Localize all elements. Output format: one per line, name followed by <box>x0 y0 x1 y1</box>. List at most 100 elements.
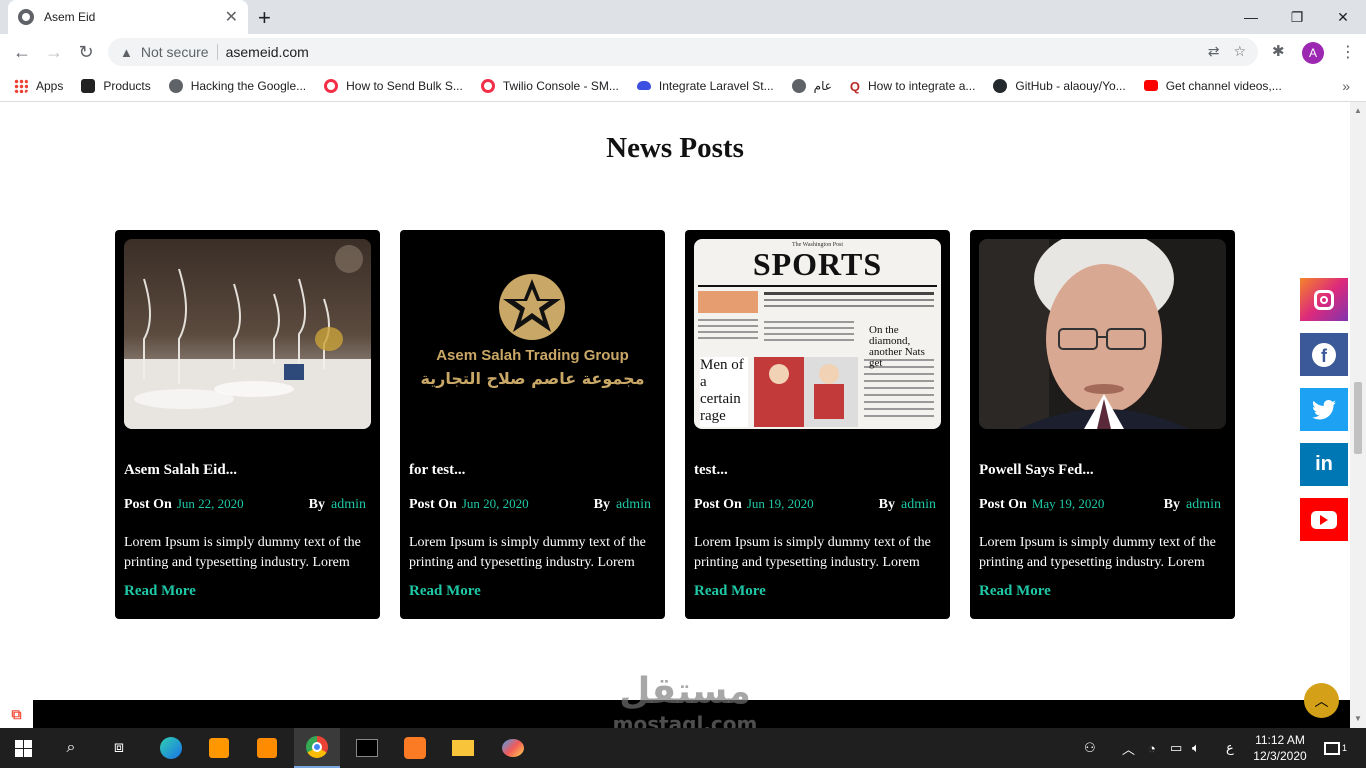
volume-icon[interactable]: 🔈︎ <box>1192 728 1200 768</box>
back-icon[interactable]: ← <box>10 42 34 63</box>
start-button[interactable] <box>0 728 46 768</box>
more-bookmarks-icon[interactable]: » <box>1342 78 1350 94</box>
edge-icon[interactable] <box>148 728 194 768</box>
facebook-button[interactable]: f <box>1300 333 1348 376</box>
bookmark-label: عام <box>813 78 832 93</box>
company-logo-icon <box>409 239 656 429</box>
youtube-button[interactable] <box>1300 498 1348 541</box>
scrollbar-thumb[interactable] <box>1354 382 1362 454</box>
windows-taskbar: ⌕ ⧈ ⚇ ︿ ◔ ▭ 🔈︎ ع 11:12 AM 12/3/2020 1 <box>0 728 1366 768</box>
bookmark-channel-videos[interactable]: Get channel videos,... <box>1143 78 1282 93</box>
post-image-glasses[interactable] <box>124 239 371 429</box>
forward-icon[interactable]: → <box>42 42 66 63</box>
bookmark-twilio-console[interactable]: Twilio Console - SM... <box>480 78 619 93</box>
chevron-up-icon[interactable]: ︿ <box>1122 728 1135 768</box>
post-image-portrait[interactable] <box>979 239 1226 429</box>
twitter-button[interactable] <box>1300 388 1348 431</box>
new-tab-icon[interactable]: + <box>258 5 271 31</box>
post-title[interactable]: Asem Salah Eid... <box>124 462 237 479</box>
bookmarks-bar: Apps Products Hacking the Google... How … <box>0 70 1366 102</box>
extensions-icon[interactable]: ✱ <box>1272 42 1285 60</box>
github-icon <box>993 78 1008 93</box>
xampp-icon[interactable] <box>392 728 438 768</box>
post-title[interactable]: test... <box>694 462 728 479</box>
people-icon[interactable]: ⚇ <box>1084 728 1096 768</box>
wifi-icon[interactable]: ◔ <box>1148 728 1156 768</box>
restore-icon[interactable]: ❐ <box>1274 0 1320 34</box>
read-more-link[interactable]: Read More <box>979 583 1051 600</box>
terminal-icon[interactable] <box>344 728 390 768</box>
section-title: News Posts <box>606 132 744 164</box>
sublime-icon[interactable] <box>196 728 242 768</box>
post-title[interactable]: for test... <box>409 462 465 479</box>
post-author[interactable]: admin <box>1186 497 1221 512</box>
linkedin-button[interactable]: in <box>1300 443 1348 486</box>
search-icon[interactable]: ⌕ <box>48 728 94 768</box>
by-label: By <box>308 497 325 512</box>
scroll-down-icon[interactable]: ▼ <box>1354 714 1362 723</box>
bookmark-label: How to integrate a... <box>868 78 976 93</box>
bookmark-general[interactable]: عام <box>791 78 832 93</box>
read-more-link[interactable]: Read More <box>694 583 766 600</box>
paint-icon[interactable] <box>490 728 536 768</box>
profile-avatar[interactable]: A <box>1302 42 1324 64</box>
menu-icon[interactable]: ⋮ <box>1340 42 1356 62</box>
bookmark-label: Integrate Laravel St... <box>658 78 774 93</box>
scroll-up-icon[interactable]: ▲ <box>1354 106 1362 115</box>
page-scrollbar[interactable]: ▲ ▼ <box>1350 102 1366 728</box>
read-more-link[interactable]: Read More <box>124 583 196 600</box>
post-image-newspaper[interactable]: The Washington Post SPORTS On the diamon… <box>694 239 941 429</box>
post-meta: Post On Jun 22, 2020 By admin <box>124 496 366 513</box>
news-card: Asem Salah Eid... Post On Jun 22, 2020 By… <box>115 230 380 619</box>
media-player-icon[interactable] <box>244 728 290 768</box>
post-author[interactable]: admin <box>331 497 366 512</box>
reload-icon[interactable]: ↻ <box>74 42 98 63</box>
task-view-icon[interactable]: ⧈ <box>96 728 142 768</box>
bookmark-laravel-stripe[interactable]: Integrate Laravel St... <box>636 78 774 93</box>
post-meta: Post On Jun 19, 2020 By admin <box>694 496 936 513</box>
laravel-icon[interactable]: ⧉ <box>0 700 33 728</box>
post-author[interactable]: admin <box>616 497 651 512</box>
file-explorer-icon[interactable] <box>440 728 486 768</box>
input-language[interactable]: ع <box>1226 728 1234 768</box>
url-text[interactable]: asemeid.com <box>226 44 309 60</box>
address-bar[interactable]: ▲ Not secure asemeid.com ⇄ ☆ <box>108 38 1258 66</box>
close-tab-icon[interactable]: ✕ <box>225 7 238 27</box>
bookmark-github[interactable]: GitHub - alaouy/Yo... <box>993 78 1126 93</box>
security-label[interactable]: Not secure <box>141 44 209 60</box>
battery-icon[interactable]: ▭ <box>1170 728 1182 768</box>
globe-icon <box>168 78 183 93</box>
globe-icon <box>791 78 806 93</box>
post-excerpt: Lorem Ipsum is simply dummy text of the … <box>409 535 646 570</box>
chrome-icon[interactable] <box>294 728 340 768</box>
bookmark-bulk-sms[interactable]: How to Send Bulk S... <box>324 78 463 93</box>
post-excerpt: Lorem Ipsum is simply dummy text of the … <box>694 535 931 570</box>
warning-icon: ▲ <box>120 44 133 60</box>
bookmark-hacking-google[interactable]: Hacking the Google... <box>168 78 306 93</box>
twilio-icon <box>480 78 495 93</box>
browser-toolbar: ← → ↻ ▲ Not secure asemeid.com ⇄ ☆ <box>0 34 1366 70</box>
bookmark-integrate[interactable]: Q How to integrate a... <box>850 78 976 94</box>
close-window-icon[interactable]: ✕ <box>1320 0 1366 34</box>
bookmark-star-icon[interactable]: ☆ <box>1233 43 1246 60</box>
bookmark-products[interactable]: Products <box>81 78 151 93</box>
bookmark-label: Get channel videos,... <box>1165 78 1282 93</box>
browser-tab[interactable]: Asem Eid ✕ <box>8 0 248 34</box>
instagram-button[interactable] <box>1300 278 1348 321</box>
read-more-link[interactable]: Read More <box>409 583 481 600</box>
minimize-icon[interactable]: — <box>1228 0 1274 34</box>
facebook-icon: f <box>1312 342 1336 367</box>
youtube-icon <box>1311 510 1337 529</box>
post-author[interactable]: admin <box>901 497 936 512</box>
by-label: By <box>593 497 610 512</box>
scroll-to-top-button[interactable]: ︿ <box>1304 683 1339 718</box>
cloud-icon <box>636 81 651 90</box>
post-image-logo[interactable]: Asem Salah Trading Group مجموعة عاصم صلا… <box>409 239 656 429</box>
post-date: Jun 22, 2020 <box>176 496 244 511</box>
bookmark-apps[interactable]: Apps <box>14 78 63 93</box>
post-title[interactable]: Powell Says Fed... <box>979 462 1094 479</box>
clock-time: 11:12 AM <box>1255 733 1305 747</box>
translate-icon[interactable]: ⇄ <box>1208 43 1220 60</box>
system-clock[interactable]: 11:12 AM 12/3/2020 <box>1250 732 1310 764</box>
notifications-button[interactable]: 1 <box>1324 728 1347 768</box>
